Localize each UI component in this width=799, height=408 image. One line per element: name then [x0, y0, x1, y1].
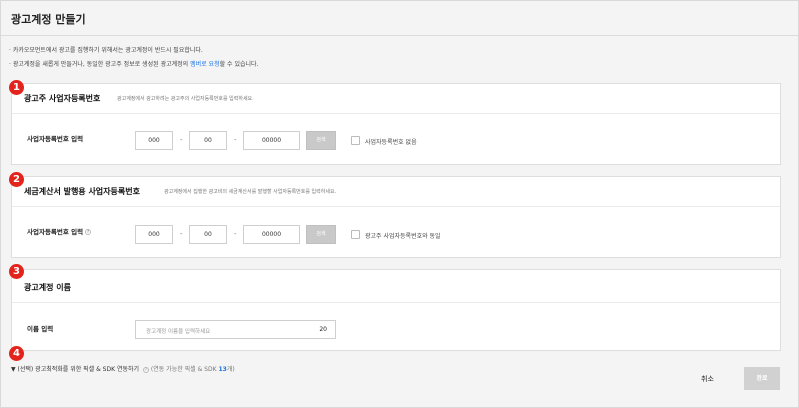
brn-part1-input[interactable]: 000	[135, 225, 173, 244]
char-count: 20	[319, 326, 327, 333]
title-divider	[1, 35, 798, 36]
same-as-advertiser-checkbox[interactable]	[351, 230, 360, 239]
search-button[interactable]: 검색	[306, 225, 336, 244]
section-description: 광고계정에서 집행한 광고비의 세금계산서를 발행할 사업자등록번호를 입력하세…	[164, 189, 337, 195]
notice-line-2: · 광고계정을 새롭게 만들거나, 동일한 광고주 정보로 생성된 광고계정의 …	[9, 61, 259, 68]
search-button[interactable]: 검색	[306, 131, 336, 150]
step-badge-2: 2	[9, 172, 24, 187]
field-label: 사업자등록번호 입력?	[27, 226, 92, 236]
section-account-name: 광고계정 이름 이름 입력 광고계정 이름을 입력하세요 20	[11, 269, 781, 351]
brn-part3-input[interactable]: 00000	[243, 225, 300, 244]
pixel-sdk-hint-after: 개)	[226, 366, 235, 373]
step-badge-1: 1	[9, 80, 24, 95]
field-label: 사업자등록번호 입력	[27, 135, 84, 143]
section-header: 세금계산서 발행용 사업자등록번호 광고계정에서 집행한 광고비의 세금계산서를…	[12, 177, 780, 207]
pixel-sdk-label: (선택) 광고최적화를 위한 픽셀 & SDK 연동하기	[17, 366, 140, 373]
account-name-placeholder: 광고계정 이름을 입력하세요	[146, 329, 211, 335]
section-title: 광고주 사업자등록번호	[24, 94, 101, 103]
brn-part2-input[interactable]: 00	[189, 225, 227, 244]
notice-text-2-after: 할 수 있습니다.	[219, 61, 259, 68]
section-description: 광고계정에서 광고하려는 광고주의 사업자등록번호를 입력하세요.	[117, 96, 254, 102]
triangle-down-icon: ▼	[11, 366, 16, 373]
brn-part3-input[interactable]: 00000	[243, 131, 300, 150]
section-invoice-brn: 세금계산서 발행용 사업자등록번호 광고계정에서 집행한 광고비의 세금계산서를…	[11, 176, 781, 258]
section-advertiser-brn: 광고주 사업자등록번호 광고계정에서 광고하려는 광고주의 사업자등록번호를 입…	[11, 83, 781, 165]
section-header: 광고주 사업자등록번호 광고계정에서 광고하려는 광고주의 사업자등록번호를 입…	[12, 84, 780, 114]
step-badge-4: 4	[9, 346, 24, 361]
cancel-button[interactable]: 취소	[701, 374, 714, 384]
dash-separator: -	[234, 230, 237, 238]
account-name-input[interactable]: 광고계정 이름을 입력하세요 20	[135, 320, 336, 339]
step-badge-3: 3	[9, 264, 24, 279]
pixel-sdk-count: 13	[218, 366, 227, 373]
page-title: 광고계정 만들기	[11, 13, 86, 26]
info-icon[interactable]: ?	[85, 229, 92, 235]
notice-text-2-before: 광고계정을 새롭게 만들거나, 동일한 광고주 정보로 생성된 광고계정의	[12, 61, 191, 68]
dash-separator: -	[180, 230, 183, 238]
brn-part2-input[interactable]: 00	[189, 131, 227, 150]
page-frame: 광고계정 만들기 · 카카오모먼트에서 광고를 집행하기 위해서는 광고계정이 …	[0, 0, 799, 408]
same-as-advertiser-label[interactable]: 광고주 사업자등록번호와 동일	[365, 231, 441, 240]
field-label-text: 사업자등록번호 입력	[27, 228, 84, 236]
field-label: 이름 입력	[27, 325, 54, 333]
section-header: 광고계정 이름	[12, 270, 780, 303]
info-icon[interactable]: ?	[142, 366, 149, 373]
no-brn-checkbox[interactable]	[351, 136, 360, 145]
member-request-link[interactable]: 멤버로 요청	[190, 61, 220, 68]
section-title: 광고계정 이름	[24, 283, 71, 292]
section-title: 세금계산서 발행용 사업자등록번호	[24, 187, 140, 196]
dash-separator: -	[234, 136, 237, 144]
notice-line-1: · 카카오모먼트에서 광고를 집행하기 위해서는 광고계정이 반드시 필요합니다…	[9, 47, 203, 54]
dash-separator: -	[180, 136, 183, 144]
no-brn-checkbox-label[interactable]: 사업자등록번호 없음	[365, 137, 417, 146]
submit-button[interactable]: 완료	[744, 367, 780, 390]
pixel-sdk-toggle[interactable]: ▼ (선택) 광고최적화를 위한 픽셀 & SDK 연동하기 ? (연동 가능한…	[11, 364, 235, 373]
brn-part1-input[interactable]: 000	[135, 131, 173, 150]
notice-text-1: 카카오모먼트에서 광고를 집행하기 위해서는 광고계정이 반드시 필요합니다.	[12, 47, 203, 54]
pixel-sdk-hint-before: (연동 가능한 픽셀 & SDK	[150, 366, 219, 373]
